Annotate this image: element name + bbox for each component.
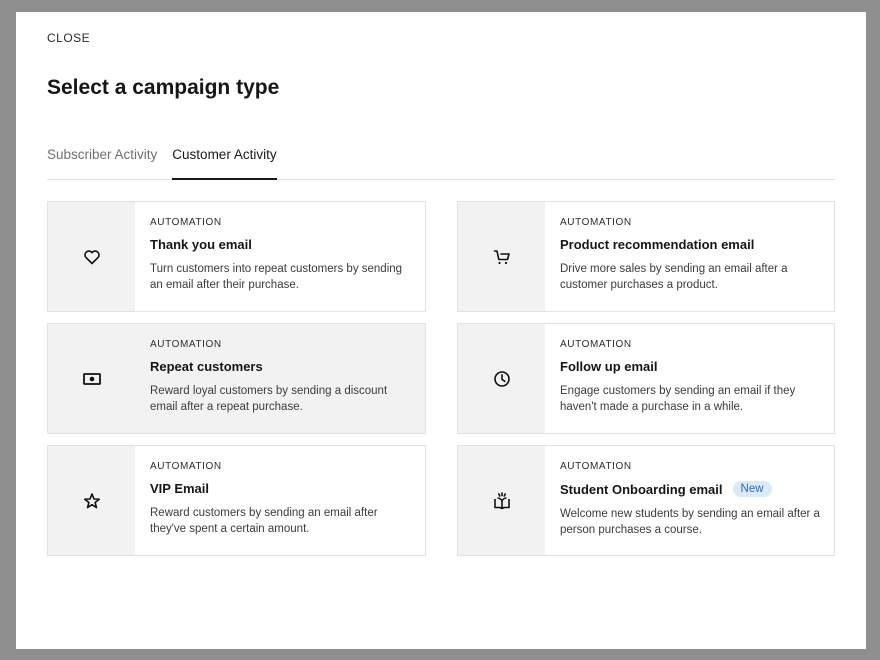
card-icon-panel	[48, 202, 135, 311]
clock-icon	[492, 369, 512, 389]
card-vip-email[interactable]: AUTOMATION VIP Email Reward customers by…	[47, 445, 426, 556]
card-kicker: AUTOMATION	[560, 339, 820, 350]
star-icon	[82, 491, 102, 511]
card-product-recommendation-email[interactable]: AUTOMATION Product recommendation email …	[457, 201, 835, 312]
card-kicker: AUTOMATION	[560, 461, 820, 472]
new-badge: New	[733, 481, 772, 497]
card-description: Drive more sales by sending an email aft…	[560, 261, 820, 293]
book-icon	[492, 491, 512, 511]
heart-icon	[82, 247, 102, 267]
card-title: VIP Email	[150, 481, 209, 496]
card-description: Engage customers by sending an email if …	[560, 383, 820, 415]
card-description: Reward loyal customers by sending a disc…	[150, 383, 410, 415]
card-thank-you-email[interactable]: AUTOMATION Thank you email Turn customer…	[47, 201, 426, 312]
cart-icon	[492, 247, 512, 267]
card-kicker: AUTOMATION	[150, 217, 410, 228]
tab-subscriber-activity[interactable]: Subscriber Activity	[47, 146, 157, 180]
money-icon	[82, 369, 102, 389]
card-icon-panel	[48, 446, 135, 555]
tab-bar: Subscriber Activity Customer Activity	[47, 146, 835, 180]
card-kicker: AUTOMATION	[150, 461, 410, 472]
card-icon-panel	[48, 324, 135, 433]
page-title: Select a campaign type	[47, 76, 279, 100]
card-title: Thank you email	[150, 237, 252, 252]
card-kicker: AUTOMATION	[150, 339, 410, 350]
card-icon-panel	[458, 446, 545, 555]
card-description: Turn customers into repeat customers by …	[150, 261, 410, 293]
card-kicker: AUTOMATION	[560, 217, 820, 228]
card-icon-panel	[458, 324, 545, 433]
campaign-card-grid: AUTOMATION Thank you email Turn customer…	[47, 201, 836, 556]
card-icon-panel	[458, 202, 545, 311]
close-button[interactable]: CLOSE	[47, 31, 90, 45]
card-title: Student Onboarding email	[560, 482, 723, 497]
tab-customer-activity[interactable]: Customer Activity	[172, 146, 276, 180]
card-title: Repeat customers	[150, 359, 263, 374]
card-follow-up-email[interactable]: AUTOMATION Follow up email Engage custom…	[457, 323, 835, 434]
campaign-type-modal: CLOSE Select a campaign type Subscriber …	[16, 12, 866, 649]
card-title: Follow up email	[560, 359, 658, 374]
card-repeat-customers[interactable]: AUTOMATION Repeat customers Reward loyal…	[47, 323, 426, 434]
card-student-onboarding-email[interactable]: AUTOMATION Student Onboarding email New …	[457, 445, 835, 556]
card-title: Product recommendation email	[560, 237, 754, 252]
card-description: Welcome new students by sending an email…	[560, 506, 820, 538]
card-description: Reward customers by sending an email aft…	[150, 505, 410, 537]
